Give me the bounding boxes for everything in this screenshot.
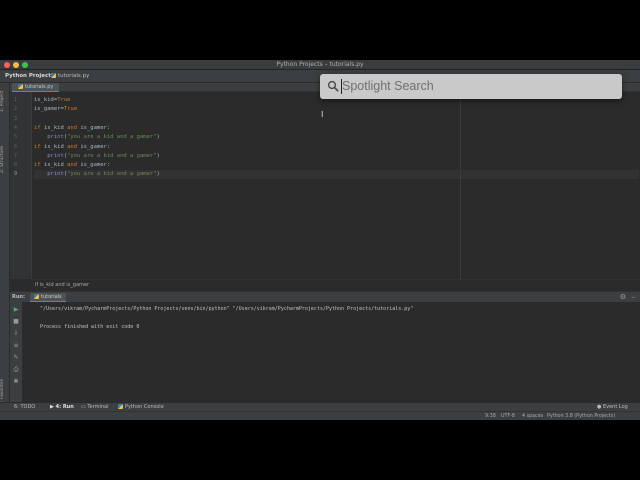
code-token: is_kid: [43, 162, 68, 169]
event-log-label: Event Log: [602, 404, 628, 410]
code-token: True: [63, 106, 78, 113]
pin-icon[interactable]: ✎: [12, 354, 20, 362]
spotlight-search-input[interactable]: Spotlight Search: [342, 74, 434, 99]
print-icon[interactable]: ⎙: [12, 366, 20, 374]
console-command-line: "/Users/vikram/PycharmProjects/Python Pr…: [40, 306, 414, 312]
run-label: 4: Run: [55, 404, 74, 410]
python-console-icon: [118, 404, 123, 409]
line-number-gutter[interactable]: 1 2 3 4 5 6 7 8 9: [10, 92, 32, 279]
code-token: if: [34, 162, 44, 169]
code-line: print("you are a kid and a gamer"): [34, 170, 639, 180]
editor-tab-tutorials[interactable]: tutorials.py: [12, 83, 60, 92]
line-number: 5: [13, 134, 17, 141]
code-token: if: [34, 124, 44, 131]
interpreter-selector[interactable]: Python 3.8 (Python Projects): [547, 412, 615, 420]
code-token: is_kid=: [34, 97, 58, 103]
left-tool-strip: 1: Project Z: Structure 2: Favorites: [0, 83, 10, 407]
trash-icon[interactable]: ✖: [12, 378, 20, 386]
code-token: if: [34, 143, 44, 150]
python-file-icon: [18, 84, 23, 89]
structure-tool-button[interactable]: Z: Structure: [0, 143, 10, 177]
project-tool-button[interactable]: 1: Project: [0, 87, 10, 115]
code-token: is_gamer:: [80, 143, 111, 150]
line-number: 8: [13, 162, 17, 169]
code-token: is_gamer=: [34, 106, 64, 113]
nav-file[interactable]: tutorials.py: [51, 70, 89, 83]
code-line: if is_kid and is_gamer:: [34, 124, 639, 133]
code-line: if is_kid and is_gamer:: [34, 161, 639, 170]
tool-window-bar: 6: TODO ▶ 4: Run ▭ Terminal Python Conso…: [0, 402, 640, 411]
code-token: print: [47, 134, 64, 141]
line-number: 1: [13, 97, 17, 103]
code-token: "you are a kid and a gamer": [67, 134, 157, 141]
todo-label: 6: TODO: [14, 404, 36, 410]
line-number: 2: [13, 106, 17, 113]
code-token: ): [156, 152, 160, 159]
code-token: print: [47, 152, 64, 159]
line-number: 6: [13, 143, 17, 150]
window-title: Python Projects – tutorials.py: [276, 61, 364, 68]
indent-setting[interactable]: 4 spaces: [522, 412, 543, 420]
code-token: ): [156, 171, 160, 178]
search-icon: [327, 80, 339, 92]
scroll-to-end-icon[interactable]: ⇩: [12, 330, 20, 338]
line-number: 3: [13, 115, 17, 122]
line-number: 7: [13, 152, 17, 159]
editor-tab-label: tutorials.py: [25, 84, 54, 90]
code-line: print("you are a kid and a gamer"): [34, 133, 639, 142]
code-token: ): [156, 134, 160, 141]
python-console-label: Python Console: [125, 404, 164, 410]
terminal-label: Terminal: [87, 404, 109, 410]
code-token: is_kid: [43, 124, 68, 131]
code-token: and: [67, 124, 81, 131]
code-token: and: [67, 162, 81, 169]
stop-icon[interactable]: ■: [12, 318, 20, 326]
right-margin-guide: [460, 92, 461, 279]
pycharm-window: Python Projects – tutorials.py Python Pr…: [0, 60, 640, 420]
code-token: is_gamer:: [80, 124, 111, 131]
run-console-output[interactable]: "/Users/vikram/PycharmProjects/Python Pr…: [22, 302, 640, 402]
console-result-line: Process finished with exit code 0: [40, 324, 140, 330]
code-token: print: [47, 171, 64, 178]
text-cursor-icon: I: [321, 110, 324, 119]
code-token: "you are a kid and a gamer": [67, 152, 157, 159]
code-token: "you are a kid and a gamer": [67, 171, 157, 178]
title-bar: Python Projects – tutorials.py: [0, 60, 640, 70]
run-panel-header: Run: tutorials ⚙ –: [10, 291, 640, 302]
nav-file-label: tutorials.py: [58, 73, 90, 79]
code-token: is_gamer:: [80, 162, 111, 169]
code-token: True: [57, 97, 71, 103]
line-number: 4: [13, 124, 17, 131]
python-file-icon: [34, 294, 39, 299]
python-file-icon: [51, 73, 56, 78]
run-tab-label: tutorials: [41, 294, 62, 300]
code-line: is_gamer=True: [34, 105, 639, 114]
run-toolbar: ▶ ■ ⇩ ≡ ✎ ⎙ ✖: [10, 302, 22, 402]
cursor-position[interactable]: 9:38: [485, 412, 496, 420]
status-bar: 9:38 UTF-8 4 spaces Python 3.8 (Python P…: [0, 411, 640, 420]
line-number: 9: [13, 171, 17, 178]
run-tab-tutorials[interactable]: tutorials: [30, 293, 66, 302]
rerun-icon[interactable]: ▶: [12, 306, 20, 314]
code-line: print("you are a kid and a gamer"): [34, 152, 639, 161]
nav-project[interactable]: Python Projects: [5, 70, 54, 83]
code-token: is_kid: [43, 143, 68, 150]
file-encoding[interactable]: UTF-8: [501, 412, 515, 420]
editor-breadcrumb[interactable]: if is_kid and is_gamer: [33, 279, 640, 290]
breadcrumb-text: if is_kid and is_gamer: [35, 282, 90, 288]
code-editor[interactable]: is_kid=True is_gamer=True if is_kid and is…: [33, 92, 640, 279]
soft-wrap-icon[interactable]: ≡: [12, 342, 20, 350]
spotlight-search-bar[interactable]: Spotlight Search: [320, 74, 622, 99]
code-token: and: [67, 143, 81, 150]
code-line: if is_kid and is_gamer:: [34, 143, 639, 152]
